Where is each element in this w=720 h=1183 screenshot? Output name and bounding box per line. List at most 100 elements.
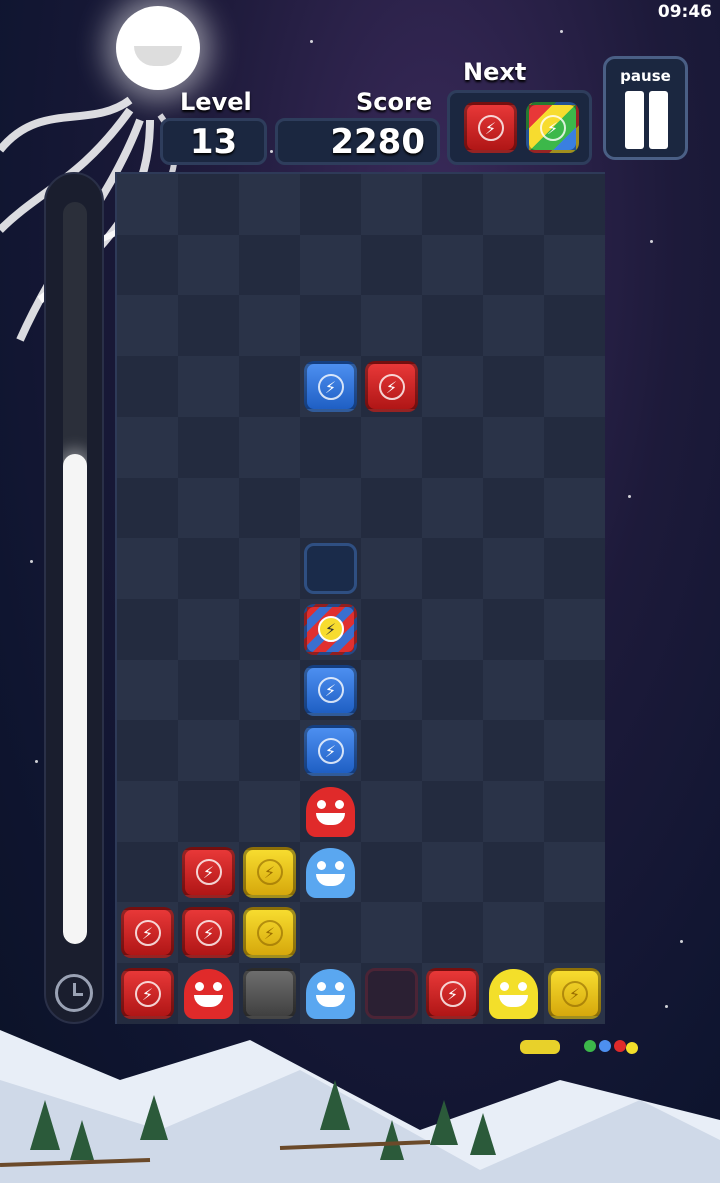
- board-cell[interactable]: [422, 234, 483, 296]
- board-cell[interactable]: [483, 416, 544, 478]
- board-cell[interactable]: [178, 538, 239, 600]
- board-cell[interactable]: [117, 659, 178, 721]
- board-cell[interactable]: [178, 356, 239, 418]
- board-cell[interactable]: [544, 477, 605, 539]
- board-cell[interactable]: [544, 234, 605, 296]
- board-cell[interactable]: [178, 720, 239, 782]
- board-cell[interactable]: [422, 477, 483, 539]
- board-cell[interactable]: [422, 659, 483, 721]
- board-cell[interactable]: [361, 781, 422, 842]
- board-cell[interactable]: [422, 416, 483, 478]
- board-cell[interactable]: [422, 781, 483, 842]
- board-cell[interactable]: [117, 477, 178, 539]
- board-cell[interactable]: [361, 902, 422, 964]
- board-cell[interactable]: [544, 720, 605, 782]
- board-cell[interactable]: [483, 841, 544, 903]
- board-cell[interactable]: [544, 781, 605, 842]
- board-cell[interactable]: [239, 477, 300, 539]
- piece-red-monster: [178, 963, 239, 1024]
- board-cell[interactable]: [117, 781, 178, 842]
- board-cell[interactable]: [483, 295, 544, 357]
- board-cell[interactable]: [361, 720, 422, 782]
- lightning-bolt-icon: ⚡: [134, 980, 161, 1007]
- board-cell[interactable]: [300, 416, 361, 478]
- board-cell[interactable]: [483, 902, 544, 964]
- board-cell[interactable]: [300, 174, 361, 235]
- board-cell[interactable]: [544, 356, 605, 418]
- board-cell[interactable]: [483, 234, 544, 296]
- board-cell[interactable]: [300, 477, 361, 539]
- board-cell[interactable]: [239, 659, 300, 721]
- board-cell[interactable]: [117, 720, 178, 782]
- board-cell[interactable]: [544, 902, 605, 964]
- board-cell[interactable]: [178, 416, 239, 478]
- board-cell[interactable]: [239, 234, 300, 296]
- board-cell[interactable]: [544, 416, 605, 478]
- board-cell[interactable]: [178, 659, 239, 721]
- board-cell[interactable]: [300, 295, 361, 357]
- board-cell[interactable]: [422, 902, 483, 964]
- board-cell[interactable]: [544, 295, 605, 357]
- board-cell[interactable]: [117, 538, 178, 600]
- board-cell[interactable]: [361, 598, 422, 660]
- board-cell[interactable]: [239, 295, 300, 357]
- board-cell[interactable]: [544, 659, 605, 721]
- board-cell[interactable]: [117, 295, 178, 357]
- board-cell[interactable]: [178, 477, 239, 539]
- board-cell[interactable]: [239, 416, 300, 478]
- board-cell[interactable]: [239, 720, 300, 782]
- pause-button[interactable]: pause: [603, 56, 688, 160]
- board-cell[interactable]: [422, 538, 483, 600]
- board-cell[interactable]: [117, 356, 178, 418]
- board-cell[interactable]: [178, 234, 239, 296]
- board-cell[interactable]: [422, 598, 483, 660]
- board-cell[interactable]: [361, 841, 422, 903]
- board-cell[interactable]: [483, 174, 544, 235]
- board-cell[interactable]: [544, 174, 605, 235]
- board-cell[interactable]: [178, 781, 239, 842]
- board-cell[interactable]: [422, 356, 483, 418]
- board-cell[interactable]: [178, 174, 239, 235]
- next-label: Next: [463, 58, 527, 86]
- next-piece-rainbow-gem: ⚡: [522, 97, 583, 158]
- board-cell[interactable]: [483, 477, 544, 539]
- board-cell[interactable]: [544, 841, 605, 903]
- board-cell[interactable]: [483, 538, 544, 600]
- board-cell[interactable]: [239, 174, 300, 235]
- board-cell[interactable]: [300, 234, 361, 296]
- board-cell[interactable]: [544, 598, 605, 660]
- board-cell[interactable]: [361, 416, 422, 478]
- board-cell[interactable]: [483, 598, 544, 660]
- board-cell[interactable]: [544, 538, 605, 600]
- board-cell[interactable]: [117, 841, 178, 903]
- board-cell[interactable]: [178, 598, 239, 660]
- game-board[interactable]: ⚡ ⚡ ⚡ ⚡ ⚡ ⚡ ⚡ ⚡ ⚡ ⚡ ⚡ ⚡ ⚡: [115, 172, 605, 1025]
- board-cell[interactable]: [117, 234, 178, 296]
- board-cell[interactable]: [483, 659, 544, 721]
- board-cell[interactable]: [361, 295, 422, 357]
- board-cell[interactable]: [178, 295, 239, 357]
- board-cell[interactable]: [361, 174, 422, 235]
- board-cell[interactable]: [422, 174, 483, 235]
- next-preview: ⚡ ⚡: [447, 90, 592, 165]
- board-cell[interactable]: [239, 356, 300, 418]
- board-cell[interactable]: [117, 416, 178, 478]
- board-cell[interactable]: [361, 538, 422, 600]
- board-cell[interactable]: [483, 356, 544, 418]
- board-cell[interactable]: [361, 659, 422, 721]
- board-cell[interactable]: [422, 295, 483, 357]
- board-cell[interactable]: [483, 720, 544, 782]
- board-cell[interactable]: [422, 841, 483, 903]
- board-cell[interactable]: [483, 781, 544, 842]
- board-cell[interactable]: [361, 234, 422, 296]
- board-cell[interactable]: [422, 720, 483, 782]
- board-cell[interactable]: [239, 598, 300, 660]
- piece-drop-target: [300, 538, 361, 599]
- board-cell[interactable]: [300, 902, 361, 964]
- board-cell[interactable]: [117, 174, 178, 235]
- board-cell[interactable]: [361, 477, 422, 539]
- board-cell[interactable]: [117, 598, 178, 660]
- lightning-bolt-icon: ⚡: [378, 373, 405, 400]
- board-cell[interactable]: [239, 781, 300, 842]
- board-cell[interactable]: [239, 538, 300, 600]
